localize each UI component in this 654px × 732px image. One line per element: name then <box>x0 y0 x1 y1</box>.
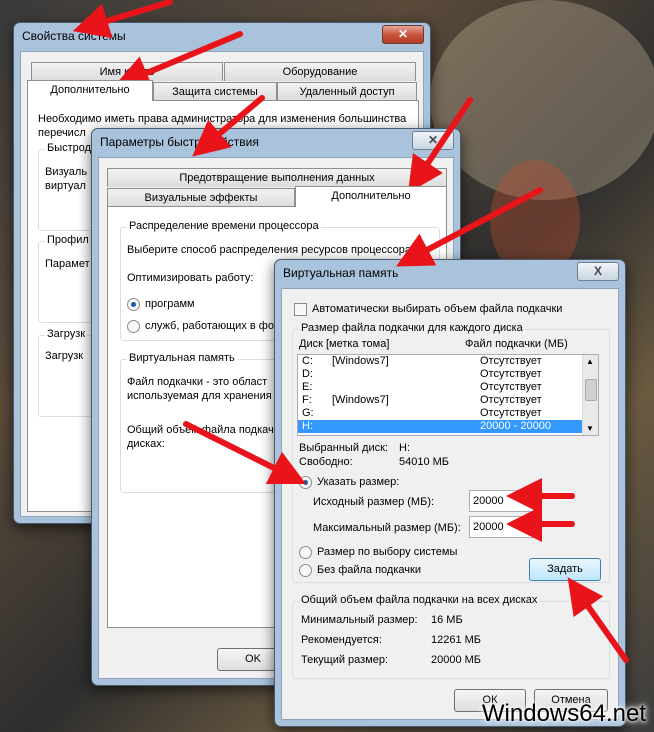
arrow-to-system-title <box>72 0 173 39</box>
watermark: Windows64.net <box>481 700 646 727</box>
arrow-to-set-button <box>567 577 629 663</box>
tab-advanced[interactable]: Дополнительно <box>27 80 153 101</box>
annotation-arrows <box>72 0 629 663</box>
arrow-to-perf-window <box>192 95 265 157</box>
arrow-to-custom-size <box>183 421 307 485</box>
arrow-to-advanced-tab <box>113 31 243 90</box>
tab-advanced-perf[interactable]: Дополнительно <box>295 186 447 207</box>
arrow-to-perf-advanced-tab <box>408 97 473 193</box>
